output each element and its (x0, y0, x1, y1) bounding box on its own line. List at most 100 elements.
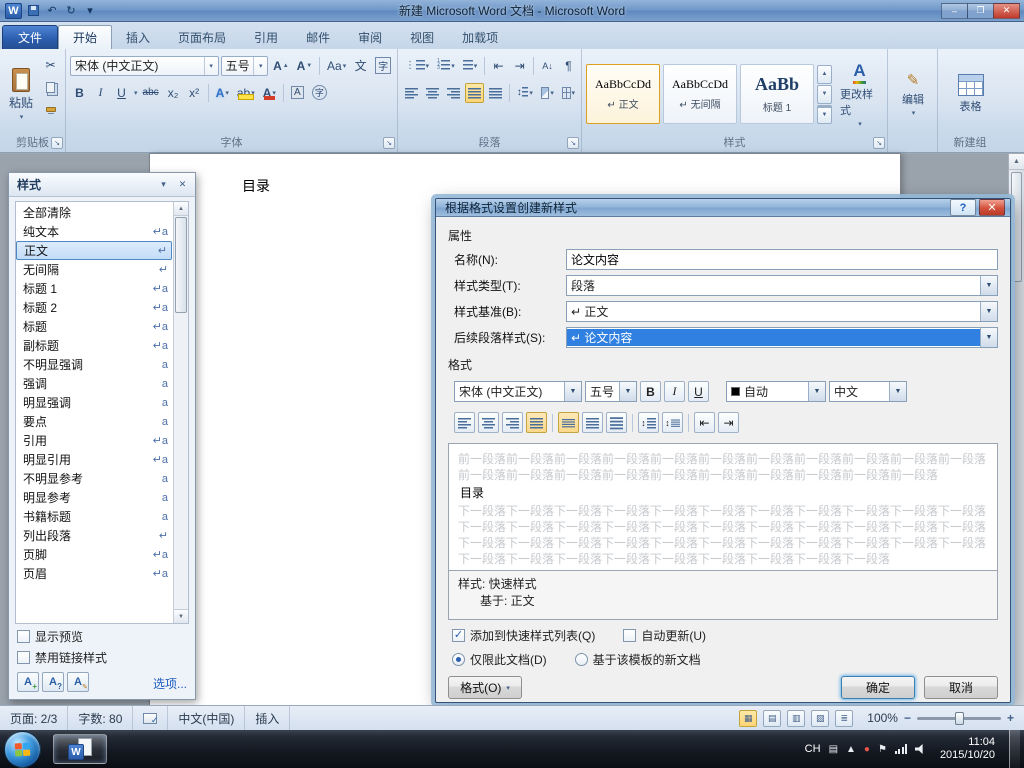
style-list-item[interactable]: 标题 1 ↵a (16, 279, 172, 298)
align-center-icon[interactable] (423, 83, 442, 103)
tray-app-icon[interactable]: ● (864, 744, 870, 755)
align-justify-icon[interactable] (465, 82, 484, 103)
ribbon-tab[interactable]: 插入 (112, 25, 164, 49)
styles-scroll-down-icon[interactable]: ▼ (174, 609, 188, 623)
highlight-color-icon[interactable]: ab ▾ (234, 83, 258, 103)
sort-icon[interactable]: A↓ (538, 56, 557, 76)
decrease-indent-icon[interactable]: ⇤ (489, 56, 508, 76)
view-web-layout-icon[interactable]: ▥ (787, 709, 806, 727)
spellcheck-status[interactable] (133, 706, 169, 730)
font-color-icon[interactable]: A ▾ (260, 83, 279, 103)
change-styles-button[interactable]: A 更改样式 ▾ (835, 53, 884, 135)
dialog-double-spacing-button[interactable] (606, 412, 627, 433)
dialog-help-button[interactable]: ? (950, 199, 976, 216)
dialog-align-center-button[interactable] (478, 412, 499, 433)
underline-dropdown-icon[interactable]: ▾ (134, 89, 138, 97)
volume-icon[interactable] (914, 744, 923, 754)
shrink-font-icon[interactable]: A ▼ (294, 56, 315, 76)
cut-icon[interactable]: ✂ (41, 55, 60, 75)
minimize-button[interactable]: – (941, 2, 968, 19)
font-dialog-launcher[interactable]: ↘ (383, 137, 395, 149)
dialog-bold-button[interactable]: B (640, 381, 661, 402)
zoom-level[interactable]: 100% (867, 711, 898, 725)
ribbon-tab[interactable]: 加载项 (448, 25, 512, 49)
show-preview-checkbox[interactable]: 显示预览 (9, 626, 195, 647)
text-effects-icon[interactable]: A ▾ (213, 83, 232, 103)
style-type-dropdown-icon[interactable]: ▼ (980, 275, 997, 295)
style-list-item[interactable]: 标题 2 ↵a (16, 298, 172, 317)
copy-icon[interactable] (41, 77, 60, 97)
strikethrough-icon[interactable]: abc (140, 83, 162, 103)
undo-icon[interactable]: ↶ (44, 3, 60, 19)
redo-icon[interactable]: ↻ (63, 3, 79, 19)
view-print-layout-icon[interactable]: ▦ (739, 709, 758, 727)
phonetic-guide-icon[interactable]: 文 (351, 56, 370, 76)
style-gallery-item[interactable]: AaBbCcDd ↵ 无间隔 (663, 64, 737, 124)
only-this-document-dot[interactable] (452, 653, 465, 666)
multilevel-list-icon[interactable]: ▾ (460, 56, 480, 76)
ribbon-tab[interactable]: 审阅 (344, 25, 396, 49)
style-list-item[interactable]: 明显强调 a (16, 393, 172, 412)
dialog-font-size-select[interactable]: 五号 ▼ (585, 381, 637, 402)
action-center-icon[interactable]: ⚑ (878, 744, 887, 755)
manage-styles-button[interactable]: A (67, 672, 89, 692)
style-list-item[interactable]: 无间隔 ↵ (16, 260, 172, 279)
style-list-item[interactable]: 正文 ↵ (16, 241, 172, 260)
bullets-icon[interactable]: ⋮ ▾ (402, 56, 432, 76)
line-spacing-icon[interactable]: ↕ ▾ (514, 83, 536, 103)
scroll-up-icon[interactable]: ▲ (1009, 154, 1024, 170)
style-list-item[interactable]: 不明显强调 a (16, 355, 172, 374)
grow-font-icon[interactable]: A ▲ (270, 56, 291, 76)
view-fullscreen-icon[interactable]: ▤ (763, 709, 782, 727)
dialog-font-name-select[interactable]: 宋体 (中文正文) ▼ (454, 381, 582, 402)
paste-button[interactable]: 粘贴 ▾ (4, 53, 38, 135)
dialog-font-size-dropdown-icon[interactable]: ▼ (619, 382, 636, 401)
dialog-font-color-select[interactable]: 自动 ▼ (726, 381, 826, 402)
ribbon-tab[interactable]: 引用 (240, 25, 292, 49)
dialog-language-select[interactable]: 中文 ▼ (829, 381, 907, 402)
start-button[interactable] (4, 730, 41, 768)
new-documents-radio[interactable]: 基于该模板的新文档 (574, 651, 701, 668)
new-documents-dot[interactable] (574, 653, 588, 666)
font-size-combo[interactable]: 五号 ▾ (220, 55, 269, 76)
style-list-item[interactable]: 强调 a (16, 374, 172, 393)
font-name-combo[interactable]: 宋体 (中文正文) ▾ (70, 55, 219, 76)
dialog-increase-space-button[interactable]: ↕ (638, 412, 659, 433)
view-outline-icon[interactable]: ▧ (811, 709, 830, 727)
style-list-item[interactable]: 列出段落 ↵ (16, 526, 172, 545)
based-on-dropdown-icon[interactable]: ▼ (980, 301, 997, 321)
ok-button[interactable]: 确定 (841, 676, 915, 699)
view-draft-icon[interactable]: ≣ (835, 709, 854, 727)
scroll-thumb[interactable] (1011, 172, 1022, 282)
clipboard-dialog-launcher[interactable]: ↘ (51, 137, 63, 149)
numbering-icon[interactable]: 1 2 3 ▾ (434, 56, 458, 76)
zoom-out-icon[interactable]: − (904, 711, 911, 725)
dialog-align-left-button[interactable] (454, 412, 475, 433)
dialog-font-name-dropdown-icon[interactable]: ▼ (564, 382, 581, 401)
table-button[interactable]: 表格 (942, 53, 999, 135)
show-marks-icon[interactable]: ¶ (559, 56, 578, 76)
style-name-input[interactable] (566, 248, 998, 270)
style-list-item[interactable]: 页眉 ↵a (16, 564, 172, 583)
dialog-italic-button[interactable]: I (664, 381, 685, 402)
close-button[interactable]: ✕ (993, 2, 1020, 19)
dialog-underline-button[interactable]: U (688, 381, 709, 402)
increase-indent-icon[interactable]: ⇥ (510, 56, 529, 76)
disable-linked-box[interactable] (17, 651, 30, 664)
format-menu-button[interactable]: 格式(O) ▾ (448, 676, 522, 699)
show-desktop-button[interactable] (1009, 730, 1020, 768)
styles-list-scrollbar[interactable]: ▲ ▼ (173, 202, 188, 623)
superscript-icon[interactable]: x² (185, 83, 204, 103)
styles-scroll-up-icon[interactable]: ▲ (174, 202, 188, 216)
underline-icon[interactable]: U (112, 83, 131, 103)
based-on-select[interactable]: ↵ 正文 ▼ (566, 300, 998, 322)
align-right-icon[interactable] (444, 83, 463, 103)
dialog-color-dropdown-icon[interactable]: ▼ (808, 382, 825, 401)
dialog-language-dropdown-icon[interactable]: ▼ (889, 382, 906, 401)
paste-dropdown-icon[interactable]: ▾ (20, 113, 24, 121)
style-gallery-item[interactable]: AaBbCcDd ↵ 正文 (586, 64, 660, 124)
gallery-scroll-down-icon[interactable]: ▼ (817, 84, 832, 104)
ribbon-tab[interactable]: 视图 (396, 25, 448, 49)
add-to-quick-styles-box[interactable] (452, 629, 465, 642)
following-style-select[interactable]: ↵ 论文内容 ▼ (566, 326, 998, 348)
